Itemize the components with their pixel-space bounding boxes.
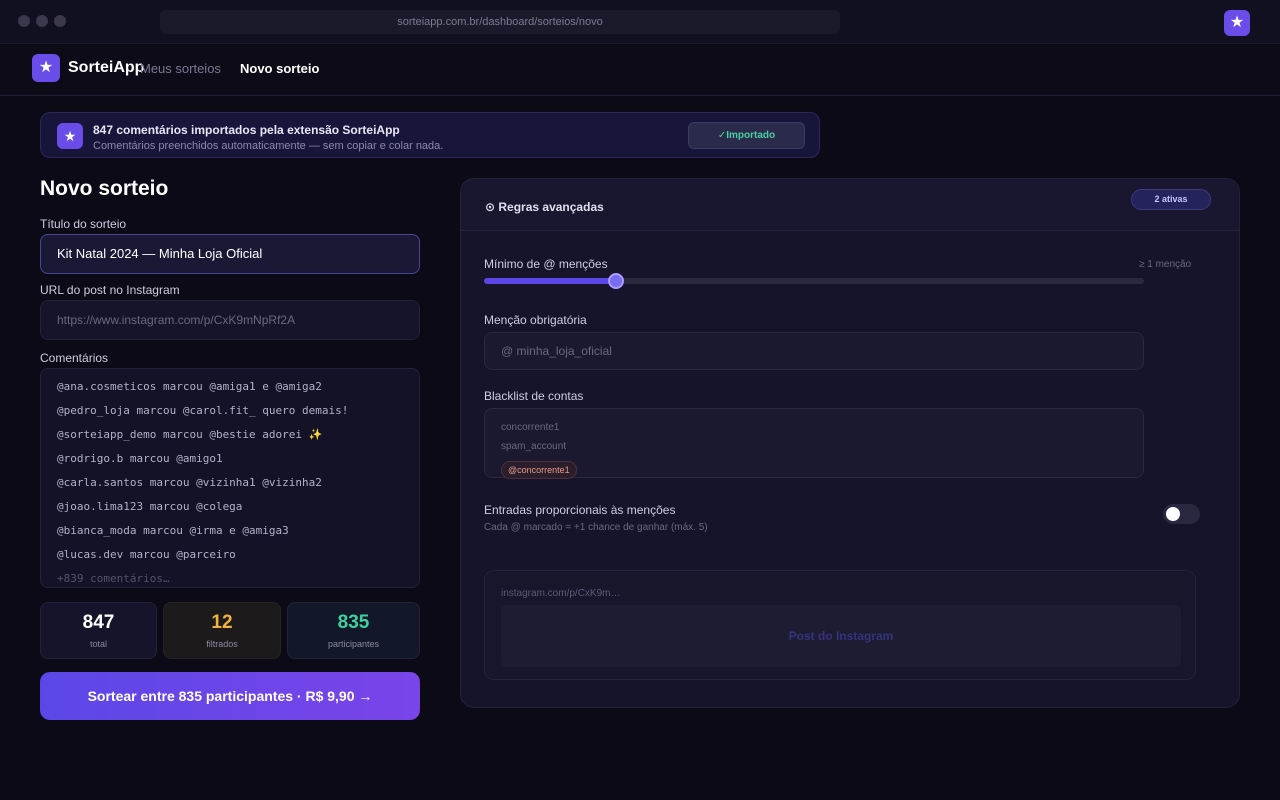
min-mentions-hint: ≥ 1 menção [1139, 259, 1192, 270]
nav-link-novo-sorteio[interactable]: Novo sorteio [240, 61, 319, 76]
window-maximize-dot[interactable] [54, 15, 66, 27]
stat-filtered: 12 filtrados [163, 602, 281, 659]
proportional-hint: Cada @ marcado = +1 chance de ganhar (má… [484, 522, 708, 533]
comment-line: @pedro_loja marcou @carol.fit_ quero dem… [57, 404, 349, 417]
comment-line: @lucas.dev marcou @parceiro [57, 548, 236, 561]
toggle-knob [1166, 507, 1180, 521]
blacklist-line: concorrente1 [501, 422, 560, 433]
slider-handle[interactable] [608, 273, 624, 289]
comments-label: Comentários [40, 351, 109, 365]
instagram-url-input[interactable]: https://www.instagram.com/p/CxK9mNpRf2A [40, 300, 420, 340]
min-mentions-label: Mínimo de @ menções [484, 257, 608, 271]
blacklist-chip[interactable]: @concorrente1 [501, 461, 577, 479]
required-mention-label: Menção obrigatória [484, 313, 587, 327]
url-label: URL do post no Instagram [40, 283, 180, 297]
stat-total: 847 total [40, 602, 157, 659]
preview-post[interactable]: Post do Instagram [501, 605, 1181, 667]
required-mention-input[interactable]: @ minha_loja_oficial [484, 332, 1144, 370]
title-input[interactable]: Kit Natal 2024 — Minha Loja Oficial [40, 234, 420, 274]
draw-button[interactable]: Sortear entre 835 participantes · R$ 9,9… [40, 672, 420, 720]
comment-line: @bianca_moda marcou @irma e @amiga3 [57, 524, 289, 537]
window-close-dot[interactable] [18, 15, 30, 27]
stat-total-value: 847 [82, 612, 115, 633]
blacklist-label: Blacklist de contas [484, 389, 584, 403]
slider-fill [484, 278, 616, 284]
panel-header[interactable]: ⊙ Regras avançadas 2 ativas [461, 179, 1239, 231]
title-label: Título do sorteio [40, 217, 127, 231]
banner-title: 847 comentários importados pela extensão… [93, 123, 400, 137]
address-bar[interactable]: sorteiapp.com.br/dashboard/sorteios/novo [160, 10, 840, 34]
brand-name[interactable]: SorteiApp [68, 59, 144, 77]
star-icon[interactable]: ★ [1224, 10, 1250, 36]
instagram-preview: instagram.com/p/CxK9m… Post do Instagram [484, 570, 1196, 680]
stat-filtered-value: 12 [211, 612, 233, 633]
preview-url: instagram.com/p/CxK9m… [501, 588, 621, 599]
banner-subtitle: Comentários preenchidos automaticamente … [93, 140, 444, 152]
stat-participants-value: 835 [337, 612, 370, 633]
star-icon[interactable]: ★ [32, 54, 60, 82]
stat-total-label: total [89, 639, 107, 649]
comments-textarea[interactable]: @ana.cosmeticos marcou @amiga1 e @amiga2… [40, 368, 420, 588]
comment-line: @carla.santos marcou @vizinha1 @vizinha2 [57, 476, 322, 489]
import-banner: ★ 847 comentários importados pela extens… [40, 112, 820, 158]
blacklist-textarea[interactable]: concorrente1 spam_account @concorrente1 [484, 408, 1144, 479]
comments-more: +839 comentários… [57, 572, 170, 585]
comment-line: @rodrigo.b marcou @amigo1 [57, 452, 223, 465]
stat-participants: 835 participantes [287, 602, 420, 659]
stat-participants-label: participantes [327, 639, 380, 649]
proportional-toggle[interactable] [1163, 504, 1200, 524]
browser-chrome: sorteiapp.com.br/dashboard/sorteios/novo… [0, 0, 1280, 44]
active-rules-badge: 2 ativas [1131, 189, 1211, 210]
imported-button[interactable]: ✓Importado [688, 122, 805, 149]
min-mentions-slider[interactable] [484, 278, 1144, 284]
panel-title: ⊙ Regras avançadas [485, 200, 604, 214]
app-nav: ★ SorteiApp Meus sorteios Novo sorteio [0, 44, 1280, 96]
star-icon: ★ [57, 123, 83, 149]
stat-filtered-label: filtrados [206, 639, 238, 649]
window-minimize-dot[interactable] [36, 15, 48, 27]
comment-line: @sorteiapp_demo marcou @bestie adorei ✨ [57, 428, 323, 441]
blacklist-line: spam_account [501, 441, 567, 452]
nav-link-meus-sorteios[interactable]: Meus sorteios [140, 61, 221, 76]
page-title: Novo sorteio [40, 177, 169, 200]
proportional-label: Entradas proporcionais às menções [484, 503, 676, 517]
comment-line: @joao.lima123 marcou @colega [57, 500, 243, 513]
comment-line: @ana.cosmeticos marcou @amiga1 e @amiga2 [57, 380, 322, 393]
